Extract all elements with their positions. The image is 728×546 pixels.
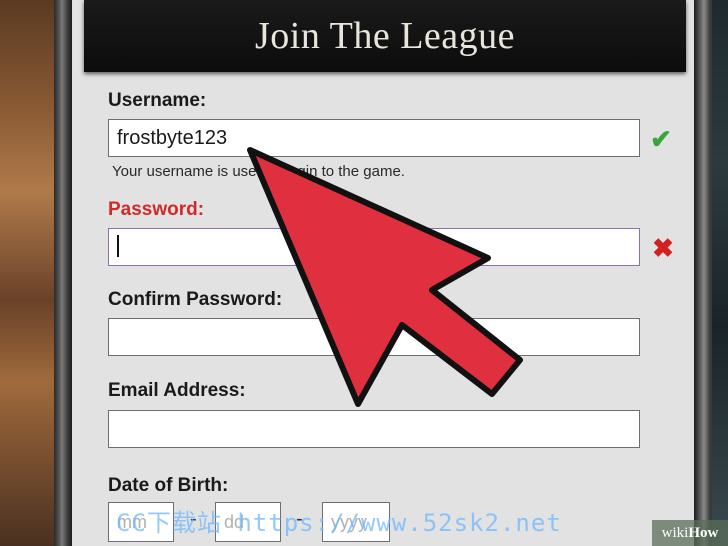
- wikihow-logo: wikiHow: [652, 520, 728, 546]
- watermark-text: CC下载站 https://www.52sk2.net: [116, 509, 562, 537]
- pointer-arrow-icon: [247, 147, 523, 407]
- wikihow-wiki: wiki: [661, 525, 689, 541]
- wikihow-how: How: [688, 525, 719, 541]
